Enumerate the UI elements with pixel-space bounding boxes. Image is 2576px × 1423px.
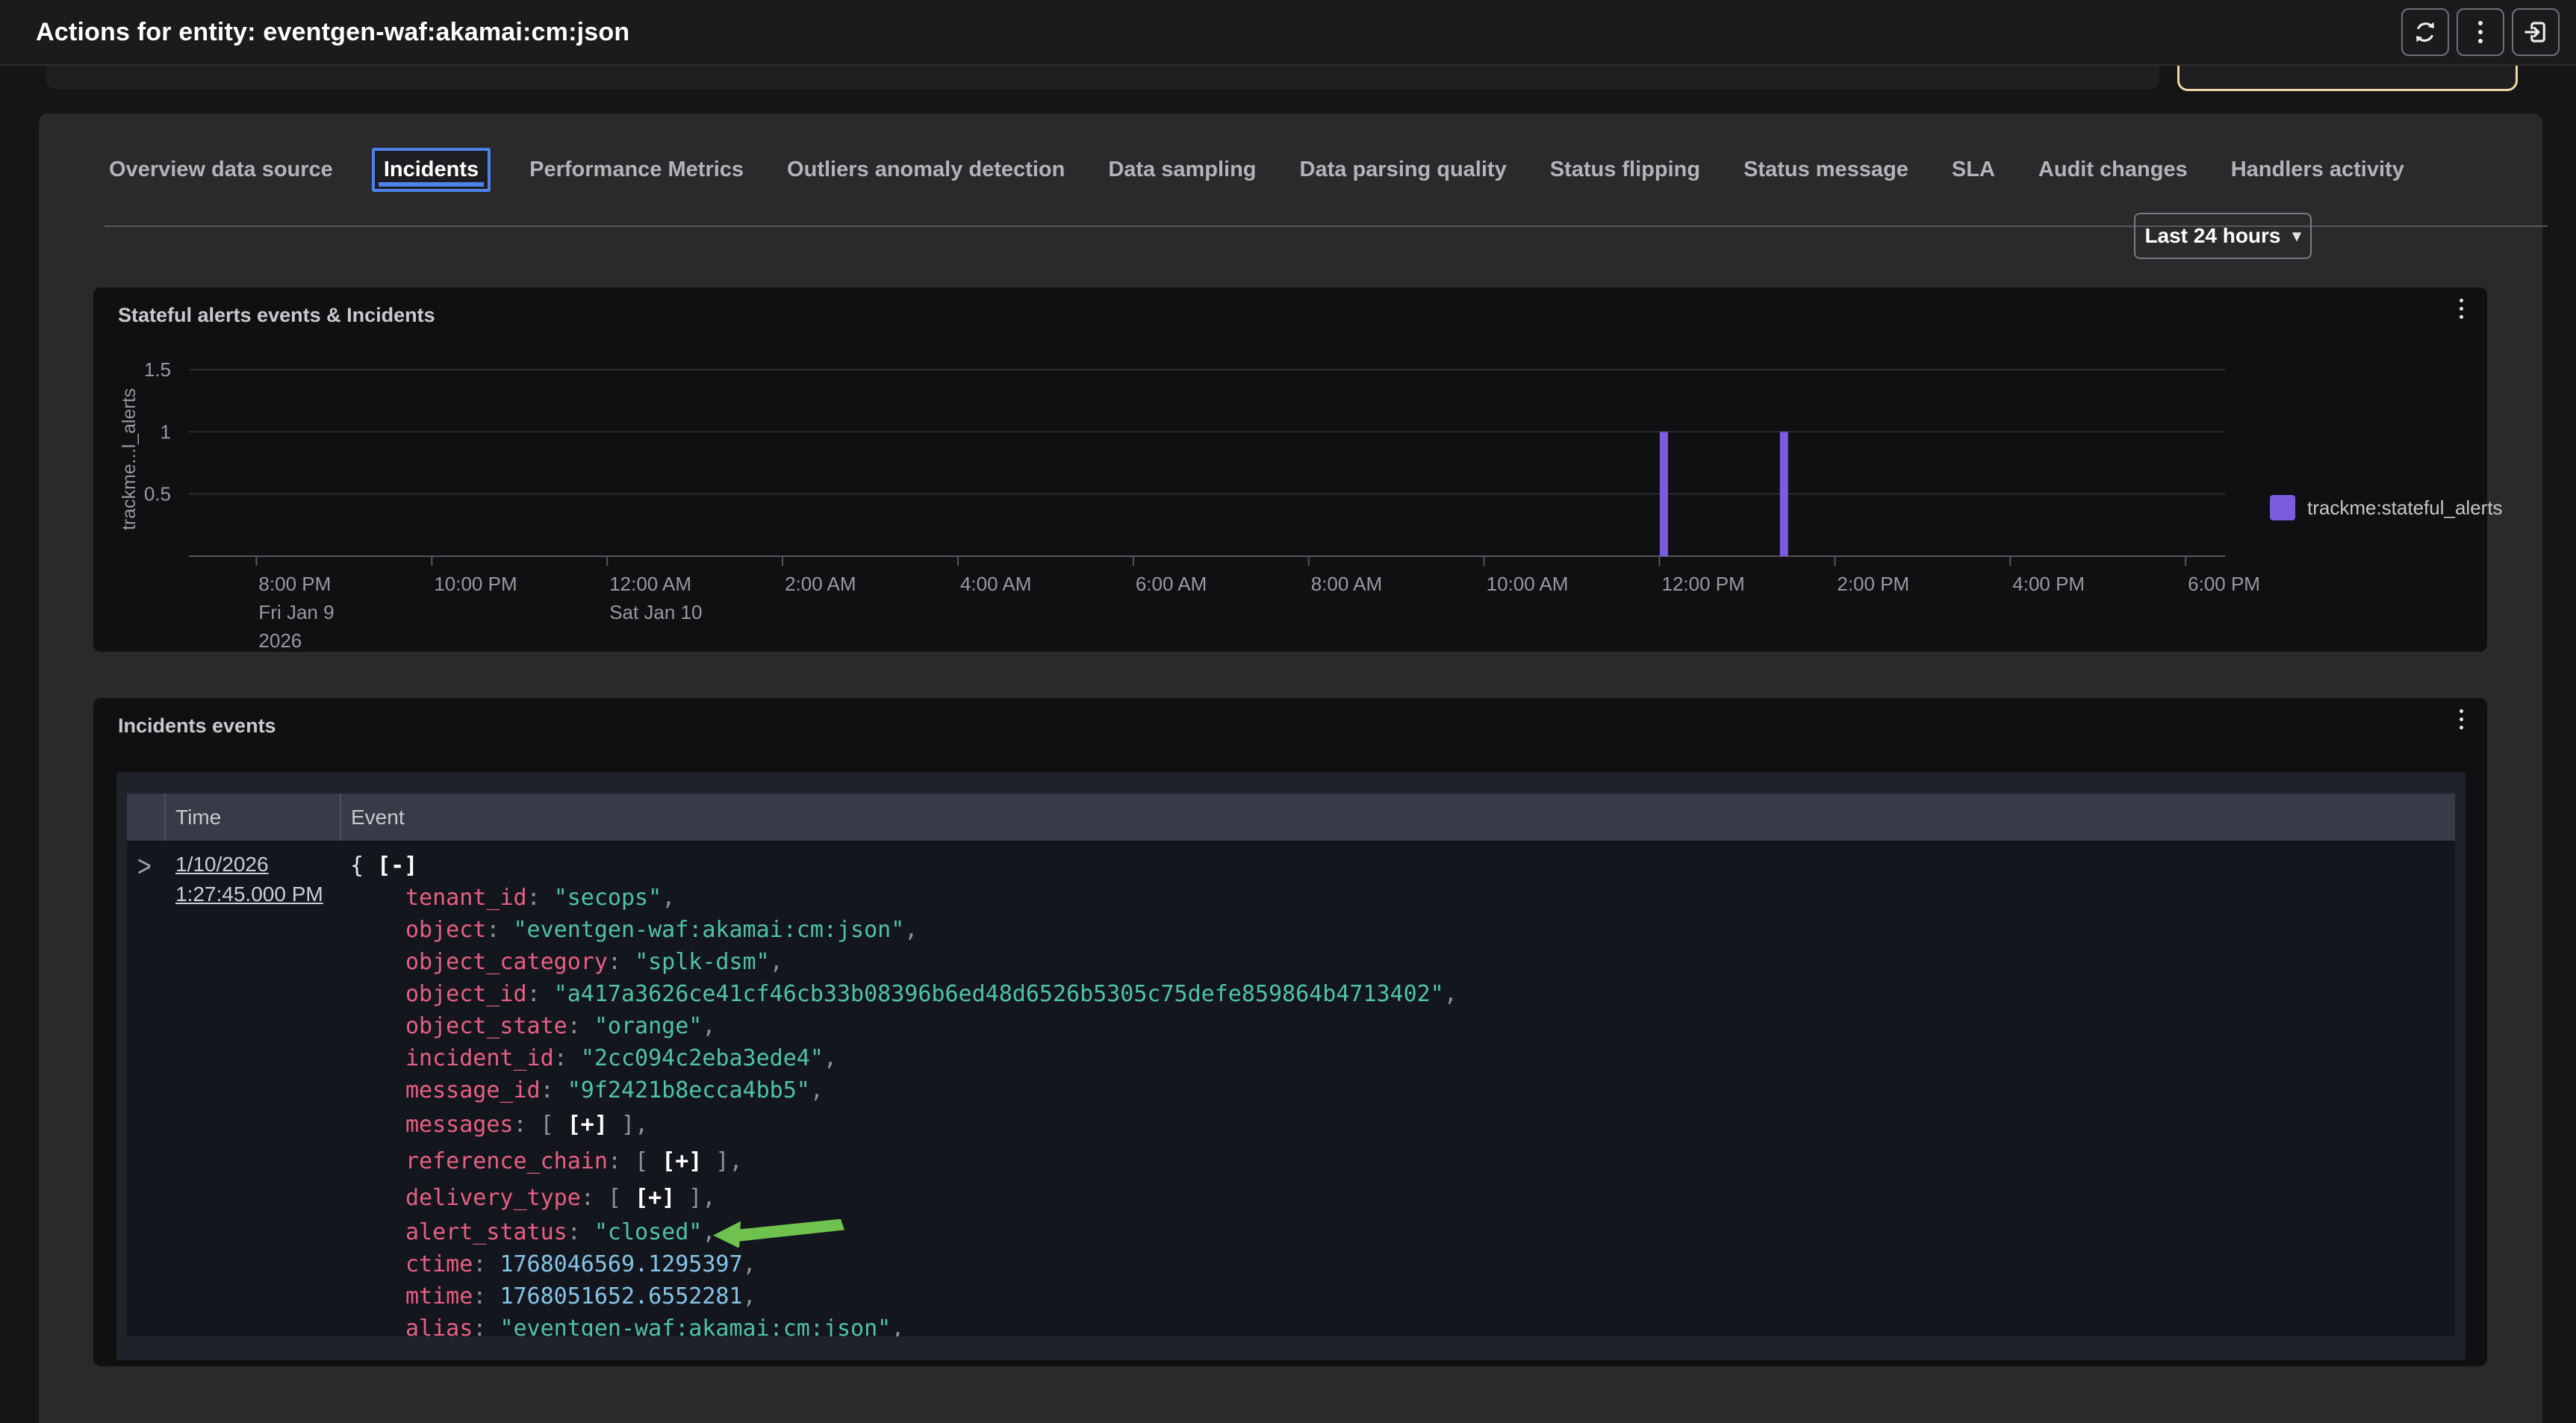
event-json-line: object_category: "splk-dsm", <box>350 946 2455 978</box>
svg-text:12:00 AM: 12:00 AM <box>609 573 691 595</box>
event-json-line: { [-] <box>350 850 2455 882</box>
event-date-link[interactable]: 1/10/2026 <box>175 850 341 879</box>
event-json-line: reference_chain: [ [+] ], <box>350 1143 2455 1180</box>
tab-audit-changes[interactable]: Audit changes <box>2034 148 2192 192</box>
event-json-line: message_id: "9f2421b8ecca4bb5", <box>350 1074 2455 1106</box>
event-column-header: Event <box>341 794 2455 841</box>
tab-handlers-activity[interactable]: Handlers activity <box>2227 148 2409 192</box>
svg-text:0.5: 0.5 <box>144 483 171 505</box>
panel-title: Stateful alerts events & Incidents <box>118 304 435 327</box>
svg-text:trackme...l_alerts: trackme...l_alerts <box>119 388 140 530</box>
legend-swatch <box>2270 495 2295 520</box>
table-header-row: Time Event <box>127 794 2455 841</box>
events-table: Time Event > 1/10/2026 1:27:45.000 PM { … <box>116 772 2465 1360</box>
kebab-icon <box>2478 30 2483 34</box>
event-json-line: alert_status: "closed", <box>350 1216 2455 1248</box>
svg-text:2026: 2026 <box>258 629 302 652</box>
event-json-line: tenant_id: "secops", <box>350 882 2455 914</box>
svg-text:6:00 AM: 6:00 AM <box>1136 573 1207 595</box>
open-in-panel-button[interactable] <box>2512 8 2560 56</box>
svg-text:Sat Jan 10: Sat Jan 10 <box>609 601 702 623</box>
svg-text:4:00 PM: 4:00 PM <box>2012 573 2085 595</box>
annotation-arrow-icon <box>713 1219 846 1248</box>
svg-text:10:00 AM: 10:00 AM <box>1487 573 1569 595</box>
expand-row-icon[interactable]: > <box>137 849 152 883</box>
event-json-line: alias: "eventgen-waf:akamai:cm:json", <box>350 1313 2455 1336</box>
stateful-alerts-chart: 0.5 1 1.5 8:00 PM Fri Jan 9 2026 10:00 PM 12:00… <box>93 332 2487 652</box>
event-json-line: object_state: "orange", <box>350 1010 2455 1042</box>
svg-text:Fri Jan 9: Fri Jan 9 <box>258 601 334 623</box>
stateful-alerts-panel: Stateful alerts events & Incidents 0.5 1 1… <box>93 287 2487 652</box>
more-menu-button[interactable] <box>2457 8 2504 56</box>
event-json-cell[interactable]: { [-]tenant_id: "secops",object: "eventg… <box>341 841 2455 1336</box>
tab-performance-metrics[interactable]: Performance Metrics <box>525 148 748 192</box>
panel-menu-icon[interactable] <box>2452 714 2471 724</box>
table-body: > 1/10/2026 1:27:45.000 PM { [-]tenant_i… <box>127 841 2455 1336</box>
exit-panel-icon <box>2522 19 2549 46</box>
chevron-down-icon: ▾ <box>2293 226 2301 246</box>
svg-text:8:00 PM: 8:00 PM <box>258 573 331 595</box>
event-json-line: ctime: 1768046569.1295397, <box>350 1248 2455 1280</box>
tab-bar: Overview data source Incidents Performance… <box>105 148 2475 192</box>
event-json-line: object_id: "a417a3626ce41cf46cb33b08396b… <box>350 978 2455 1010</box>
refresh-icon <box>2412 19 2439 46</box>
svg-text:6:00 PM: 6:00 PM <box>2188 573 2260 595</box>
panel-menu-icon[interactable] <box>2452 304 2471 314</box>
event-json-line: mtime: 1768051652.6552281, <box>350 1280 2455 1313</box>
tab-data-sampling[interactable]: Data sampling <box>1104 148 1260 192</box>
svg-text:1: 1 <box>161 420 171 443</box>
chart-legend[interactable]: trackme:stateful_alerts <box>2270 495 2503 520</box>
event-json-line: object: "eventgen-waf:akamai:cm:json", <box>350 914 2455 946</box>
svg-text:10:00 PM: 10:00 PM <box>434 573 517 595</box>
time-column-header: Time <box>166 794 341 841</box>
tab-outliers-anomaly-detection[interactable]: Outliers anomaly detection <box>783 148 1069 192</box>
json-toggle[interactable]: [+] <box>635 1185 675 1211</box>
panel-title: Incidents events <box>118 714 276 738</box>
tab-status-message[interactable]: Status message <box>1739 148 1913 192</box>
event-json-line: messages: [ [+] ], <box>350 1106 2455 1143</box>
json-toggle[interactable]: [+] <box>567 1112 608 1138</box>
svg-text:2:00 PM: 2:00 PM <box>1837 573 1909 595</box>
time-cell: 1/10/2026 1:27:45.000 PM <box>166 841 341 1336</box>
tab-data-parsing-quality[interactable]: Data parsing quality <box>1295 148 1511 192</box>
entity-card: Overview data source Incidents Performance… <box>39 113 2542 1423</box>
json-toggle[interactable]: [-] <box>377 853 417 879</box>
svg-text:2:00 AM: 2:00 AM <box>785 573 856 595</box>
time-range-dropdown[interactable]: Last 24 hours ▾ <box>2134 213 2312 259</box>
svg-text:8:00 AM: 8:00 AM <box>1311 573 1382 595</box>
event-clock-link[interactable]: 1:27:45.000 PM <box>175 879 341 909</box>
page-title: Actions for entity: eventgen-waf:akamai:… <box>36 18 629 47</box>
expand-column-header <box>127 794 166 841</box>
svg-text:1.5: 1.5 <box>144 358 171 381</box>
event-json-line: delivery_type: [ [+] ], <box>350 1180 2455 1216</box>
header-actions <box>2401 8 2560 56</box>
incidents-panel: Incidents events Time Event > 1/10/2026 … <box>93 698 2487 1366</box>
refresh-button[interactable] <box>2401 8 2449 56</box>
json-toggle[interactable]: [+] <box>662 1148 702 1174</box>
window-header: Actions for entity: eventgen-waf:akamai:… <box>0 0 2576 66</box>
tab-sla[interactable]: SLA <box>1947 148 2000 192</box>
svg-text:12:00 PM: 12:00 PM <box>1662 573 1745 595</box>
event-json-line: incident_id: "2cc094c2eba3ede4", <box>350 1042 2455 1074</box>
tab-status-flipping[interactable]: Status flipping <box>1546 148 1705 192</box>
svg-text:4:00 AM: 4:00 AM <box>960 573 1031 595</box>
expand-cell: > <box>127 841 166 1336</box>
tab-overview-data-source[interactable]: Overview data source <box>105 148 337 192</box>
legend-label: trackme:stateful_alerts <box>2307 496 2503 520</box>
tab-incidents[interactable]: Incidents <box>372 148 491 192</box>
time-range-label: Last 24 hours <box>2144 224 2280 248</box>
